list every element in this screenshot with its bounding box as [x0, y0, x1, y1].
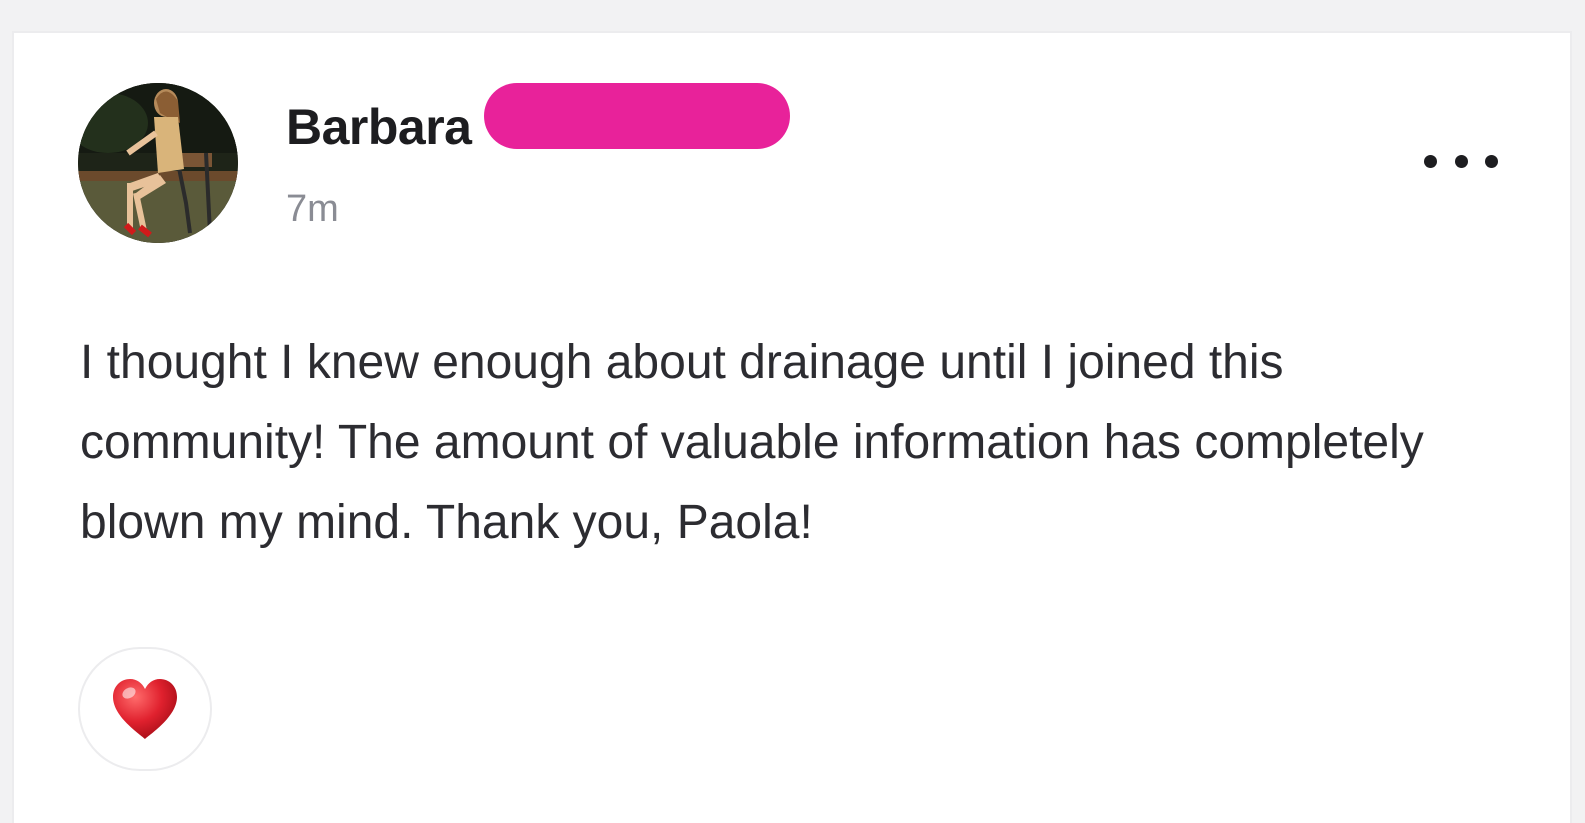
more-horizontal-icon — [1454, 154, 1468, 168]
more-horizontal-icon — [1485, 154, 1498, 168]
avatar[interactable] — [78, 83, 238, 243]
reaction-button[interactable] — [78, 647, 212, 771]
post-card: Barbara 7m I thought I knew enough about… — [12, 31, 1572, 823]
heart-icon — [113, 679, 177, 739]
post-timestamp: 7m — [286, 188, 339, 230]
more-horizontal-icon — [1424, 154, 1437, 168]
avatar-photo — [78, 83, 238, 243]
author-name[interactable]: Barbara — [286, 97, 472, 157]
more-options-button[interactable] — [1424, 139, 1498, 183]
name-redaction-mark — [484, 83, 790, 149]
post-body: I thought I knew enough about drainage u… — [80, 336, 1424, 549]
